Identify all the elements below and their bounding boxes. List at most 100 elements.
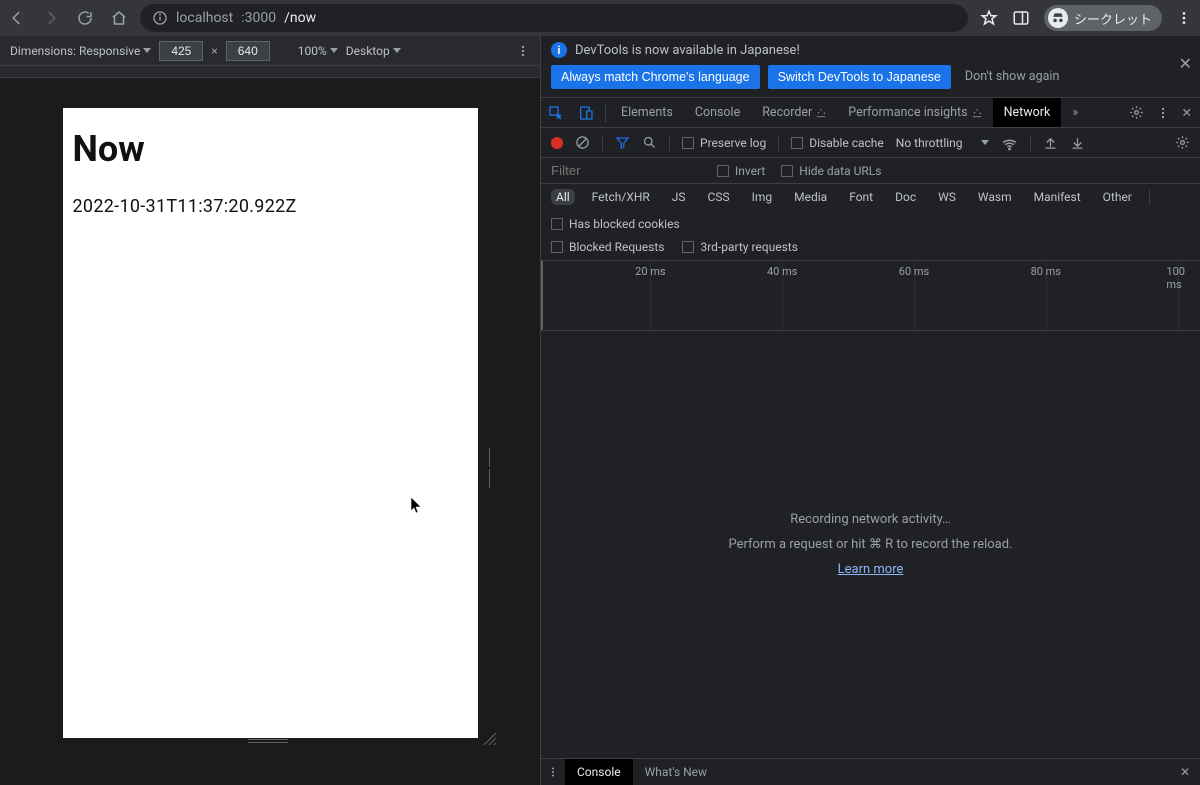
back-icon[interactable]	[8, 9, 26, 27]
resize-handle-corner[interactable]	[482, 731, 496, 745]
url-port: :3000	[241, 10, 276, 26]
search-icon[interactable]	[642, 135, 657, 150]
kebab-icon[interactable]	[516, 44, 530, 58]
devtools-drawer: Console What's New ✕	[541, 758, 1200, 785]
kebab-icon[interactable]	[1176, 10, 1192, 26]
throttling-dropdown[interactable]: No throttling	[896, 136, 989, 150]
upload-har-icon[interactable]	[1043, 135, 1058, 150]
tabs-overflow-icon[interactable]: »	[1061, 98, 1089, 127]
nav-buttons	[8, 9, 128, 27]
third-party-checkbox[interactable]: 3rd-party requests	[682, 240, 797, 254]
address-bar[interactable]: localhost :3000/now	[140, 4, 968, 32]
cursor-arrow-icon	[410, 496, 424, 514]
has-blocked-cookies-checkbox[interactable]: Has blocked cookies	[551, 217, 680, 231]
preserve-log-checkbox[interactable]: Preserve log	[682, 136, 766, 150]
filter-input[interactable]	[551, 163, 701, 178]
empty-line1: Recording network activity…	[790, 512, 951, 527]
device-emulation-pane: Dimensions: Responsive × 100% Desktop No…	[0, 36, 540, 785]
record-button[interactable]	[551, 137, 563, 149]
blocked-requests-checkbox[interactable]: Blocked Requests	[551, 240, 664, 254]
network-filter-bar: Invert Hide data URLs	[541, 158, 1200, 184]
toolbar-right: シークレット	[980, 5, 1192, 31]
close-devtools-icon[interactable]: ✕	[1182, 105, 1192, 121]
panel-toggle-icon[interactable]	[1012, 9, 1030, 27]
devtools-tabs: Elements Console Recorder Performance in…	[541, 98, 1200, 128]
tab-console[interactable]: Console	[684, 98, 751, 127]
download-har-icon[interactable]	[1070, 135, 1085, 150]
tab-performance-insights[interactable]: Performance insights	[837, 98, 992, 127]
device-toggle-icon[interactable]	[571, 105, 601, 121]
type-filter-all[interactable]: All	[551, 189, 575, 205]
inspect-element-icon[interactable]	[541, 105, 571, 121]
resize-handle-bottom[interactable]	[248, 739, 288, 745]
resize-handle-right[interactable]	[485, 448, 493, 488]
tab-recorder[interactable]: Recorder	[751, 98, 837, 127]
timeline-mark: 40 ms	[767, 265, 797, 278]
device-type-dropdown[interactable]: Desktop	[346, 44, 401, 58]
emulated-viewport[interactable]: Now 2022-10-31T11:37:20.922Z	[63, 108, 478, 738]
incognito-icon	[1048, 8, 1068, 28]
timeline-mark: 20 ms	[635, 265, 665, 278]
type-filter-other[interactable]: Other	[1098, 189, 1137, 205]
forward-icon[interactable]	[42, 9, 60, 27]
type-filter-media[interactable]: Media	[789, 189, 832, 205]
switch-language-button[interactable]: Switch DevTools to Japanese	[768, 65, 951, 89]
infobar-message: DevTools is now available in Japanese!	[575, 43, 800, 58]
browser-toolbar: localhost :3000/now シークレット	[0, 0, 1200, 36]
hide-data-urls-checkbox[interactable]: Hide data URLs	[781, 164, 881, 178]
type-filter-js[interactable]: JS	[667, 189, 691, 205]
gear-icon[interactable]	[1175, 135, 1190, 150]
url-path: /now	[284, 10, 316, 26]
star-icon[interactable]	[980, 9, 998, 27]
type-filter-ws[interactable]: WS	[933, 189, 961, 205]
timeline-mark: 100 ms	[1166, 265, 1188, 291]
dimensions-dropdown[interactable]: Dimensions: Responsive	[10, 44, 151, 58]
device-toolbar: Dimensions: Responsive × 100% Desktop	[0, 36, 540, 66]
ruler-horizontal	[0, 66, 540, 78]
zoom-dropdown[interactable]: 100%	[298, 44, 338, 58]
info-icon[interactable]	[152, 10, 168, 26]
tab-network[interactable]: Network	[993, 98, 1062, 127]
height-input[interactable]	[226, 41, 270, 61]
type-filter-img[interactable]: Img	[747, 189, 778, 205]
type-filter-css[interactable]: CSS	[703, 189, 735, 205]
network-timeline[interactable]: 20 ms 40 ms 60 ms 80 ms 100 ms	[541, 261, 1200, 331]
incognito-badge[interactable]: シークレット	[1044, 5, 1162, 31]
network-filter-row2: Blocked Requests 3rd-party requests	[541, 236, 1200, 261]
page-timestamp: 2022-10-31T11:37:20.922Z	[73, 196, 468, 217]
learn-more-link[interactable]: Learn more	[838, 562, 904, 577]
home-icon[interactable]	[110, 9, 128, 27]
url-host: localhost	[176, 10, 233, 26]
close-icon[interactable]: ✕	[1179, 54, 1192, 73]
timeline-mark: 60 ms	[899, 265, 929, 278]
invert-checkbox[interactable]: Invert	[717, 164, 765, 178]
gear-icon[interactable]	[1129, 105, 1144, 120]
page-title: Now	[73, 128, 468, 170]
disable-cache-checkbox[interactable]: Disable cache	[791, 136, 884, 150]
timeline-mark: 80 ms	[1031, 265, 1061, 278]
kebab-icon[interactable]	[1156, 106, 1170, 120]
type-filter-manifest[interactable]: Manifest	[1029, 189, 1086, 205]
kebab-icon[interactable]	[541, 759, 565, 785]
dimension-separator: ×	[211, 44, 217, 58]
type-filter-doc[interactable]: Doc	[890, 189, 921, 205]
dont-show-again-link[interactable]: Don't show again	[959, 64, 1066, 89]
type-filter-wasm[interactable]: Wasm	[973, 189, 1017, 205]
network-toolbar: Preserve log Disable cache No throttling	[541, 128, 1200, 158]
empty-line2: Perform a request or hit ⌘ R to record t…	[728, 537, 1012, 552]
type-filter-font[interactable]: Font	[844, 189, 878, 205]
network-conditions-icon[interactable]	[1001, 134, 1018, 151]
match-language-button[interactable]: Always match Chrome's language	[551, 65, 760, 89]
filter-icon[interactable]	[615, 135, 630, 150]
network-empty-state: Recording network activity… Perform a re…	[541, 331, 1200, 758]
resource-type-filters: All Fetch/XHR JS CSS Img Media Font Doc …	[541, 184, 1200, 236]
clear-icon[interactable]	[575, 135, 590, 150]
width-input[interactable]	[159, 41, 203, 61]
drawer-tab-console[interactable]: Console	[565, 759, 633, 785]
type-filter-fetch[interactable]: Fetch/XHR	[587, 189, 655, 205]
tab-elements[interactable]: Elements	[610, 98, 684, 127]
close-drawer-icon[interactable]: ✕	[1170, 759, 1200, 785]
reload-icon[interactable]	[76, 9, 94, 27]
language-infobar: i DevTools is now available in Japanese!…	[541, 36, 1200, 98]
drawer-tab-whats-new[interactable]: What's New	[633, 759, 719, 785]
